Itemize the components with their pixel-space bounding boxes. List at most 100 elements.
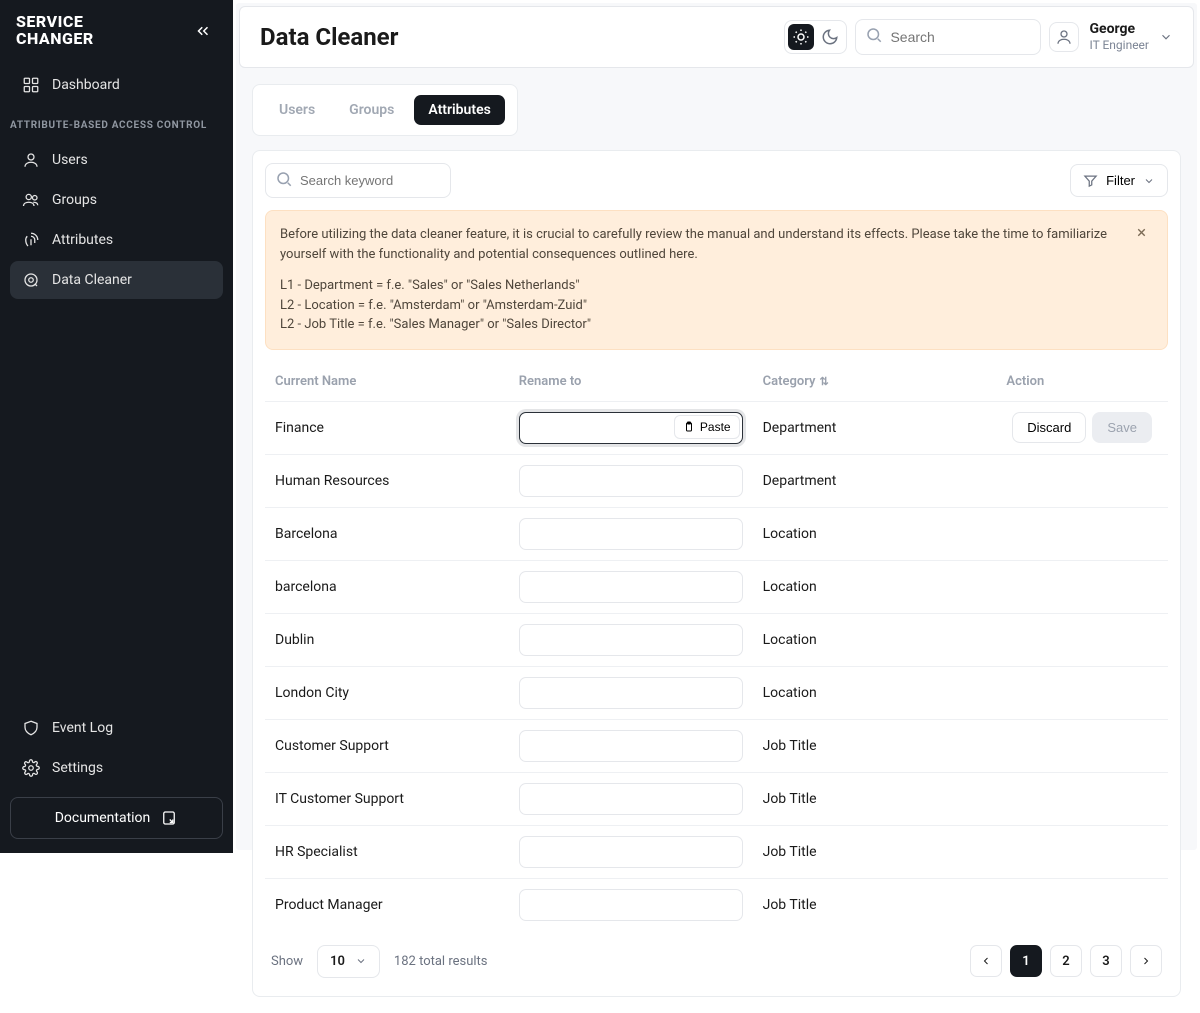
brand-logo: SERVICE CHANGER	[16, 14, 94, 48]
rename-input[interactable]	[519, 624, 743, 656]
chevron-down-icon	[1159, 30, 1173, 44]
close-icon	[1135, 226, 1148, 239]
rename-input[interactable]	[519, 836, 743, 868]
banner-line: L1 - Department = f.e. "Sales" or "Sales…	[280, 276, 1131, 296]
sidebar-item-event-log[interactable]: Event Log	[10, 709, 223, 747]
user-name: George	[1089, 22, 1149, 37]
page-size-select[interactable]: 10	[317, 945, 380, 978]
category-cell: Job Title	[753, 825, 997, 878]
sidebar-item-attributes[interactable]: Attributes	[10, 221, 223, 259]
light-mode-button[interactable]	[788, 24, 814, 50]
page-prev[interactable]	[970, 945, 1002, 977]
user-icon	[1055, 28, 1073, 46]
current-name: Product Manager	[265, 878, 509, 931]
sort-icon: ⇅	[819, 375, 828, 388]
rename-input[interactable]	[519, 730, 743, 762]
dashboard-icon	[22, 76, 40, 94]
rename-input[interactable]	[519, 783, 743, 815]
warning-banner: Before utilizing the data cleaner featur…	[265, 210, 1168, 350]
sidebar-label: Users	[52, 152, 88, 168]
sidebar-collapse-button[interactable]	[189, 17, 217, 45]
category-cell: Job Title	[753, 719, 997, 772]
chevron-down-icon	[1143, 175, 1155, 187]
moon-icon	[821, 28, 839, 46]
sidebar-item-users[interactable]: Users	[10, 141, 223, 179]
banner-close-button[interactable]	[1135, 221, 1157, 243]
theme-toggle	[784, 20, 847, 54]
category-cell: Location	[753, 560, 997, 613]
fingerprint-icon	[22, 231, 40, 249]
chevron-left-icon	[980, 955, 992, 967]
filter-icon	[1083, 173, 1098, 188]
current-name: barcelona	[265, 560, 509, 613]
dark-mode-button[interactable]	[817, 24, 843, 50]
discard-button[interactable]: Discard	[1012, 412, 1086, 443]
rename-input[interactable]	[519, 465, 743, 497]
user-icon	[22, 151, 40, 169]
current-name: London City	[265, 666, 509, 719]
gear-icon	[22, 759, 40, 777]
table-row: London City Location	[265, 666, 1168, 719]
category-cell: Department	[753, 401, 997, 454]
avatar	[1049, 22, 1079, 52]
save-button[interactable]: Save	[1092, 412, 1152, 443]
category-cell: Location	[753, 613, 997, 666]
tab-attributes[interactable]: Attributes	[414, 95, 504, 125]
filter-button[interactable]: Filter	[1070, 164, 1168, 197]
scan-icon	[22, 271, 40, 289]
table-row: HR Specialist Job Title	[265, 825, 1168, 878]
table-row: Human Resources Department	[265, 454, 1168, 507]
category-cell: Job Title	[753, 878, 997, 931]
sidebar-label: Settings	[52, 760, 103, 776]
page-title: Data Cleaner	[260, 23, 398, 51]
table-row: Dublin Location	[265, 613, 1168, 666]
shield-icon	[22, 719, 40, 737]
total-results: 182 total results	[394, 954, 488, 969]
table-row: Product Manager Job Title	[265, 878, 1168, 931]
paste-button[interactable]: Paste	[674, 415, 740, 439]
category-cell: Department	[753, 454, 997, 507]
tab-users[interactable]: Users	[265, 95, 329, 125]
banner-line: L2 - Location = f.e. "Amsterdam" or "Ams…	[280, 296, 1131, 316]
col-current: Current Name	[265, 362, 509, 402]
data-table: Current Name Rename to Category⇅ Action …	[265, 362, 1168, 931]
chevrons-left-icon	[194, 22, 212, 40]
page-2[interactable]: 2	[1050, 945, 1082, 977]
banner-text: Before utilizing the data cleaner featur…	[280, 225, 1131, 264]
rename-input[interactable]	[519, 518, 743, 550]
page-1[interactable]: 1	[1010, 945, 1042, 977]
page-next[interactable]	[1130, 945, 1162, 977]
current-name: HR Specialist	[265, 825, 509, 878]
table-row: barcelona Location	[265, 560, 1168, 613]
rename-input[interactable]	[519, 571, 743, 603]
rename-input[interactable]	[519, 677, 743, 709]
col-action: Action	[996, 362, 1168, 402]
sidebar-label: Dashboard	[52, 77, 120, 93]
sidebar-item-data-cleaner[interactable]: Data Cleaner	[10, 261, 223, 299]
tab-groups[interactable]: Groups	[335, 95, 408, 125]
tabs: Users Groups Attributes	[252, 84, 518, 136]
sidebar-item-groups[interactable]: Groups	[10, 181, 223, 219]
sidebar-label: Data Cleaner	[52, 272, 132, 288]
current-name: Barcelona	[265, 507, 509, 560]
sidebar-section-label: ATTRIBUTE-BASED ACCESS CONTROL	[0, 106, 233, 141]
sidebar-item-settings[interactable]: Settings	[10, 749, 223, 787]
doc-label: Documentation	[55, 810, 151, 826]
rename-input[interactable]	[519, 889, 743, 921]
chevron-down-icon	[355, 955, 367, 967]
current-name: Human Resources	[265, 454, 509, 507]
search-icon	[865, 26, 883, 48]
documentation-button[interactable]: Documentation	[10, 797, 223, 839]
chevron-right-icon	[1140, 955, 1152, 967]
sidebar-item-dashboard[interactable]: Dashboard	[10, 66, 223, 104]
current-name: Customer Support	[265, 719, 509, 772]
page-3[interactable]: 3	[1090, 945, 1122, 977]
sidebar-label: Groups	[52, 192, 97, 208]
col-category[interactable]: Category⇅	[753, 362, 997, 402]
current-name: Finance	[265, 401, 509, 454]
category-cell: Location	[753, 666, 997, 719]
filter-label: Filter	[1106, 173, 1135, 188]
current-name: Dublin	[265, 613, 509, 666]
category-cell: Job Title	[753, 772, 997, 825]
user-menu[interactable]: George IT Engineer	[1049, 22, 1173, 52]
